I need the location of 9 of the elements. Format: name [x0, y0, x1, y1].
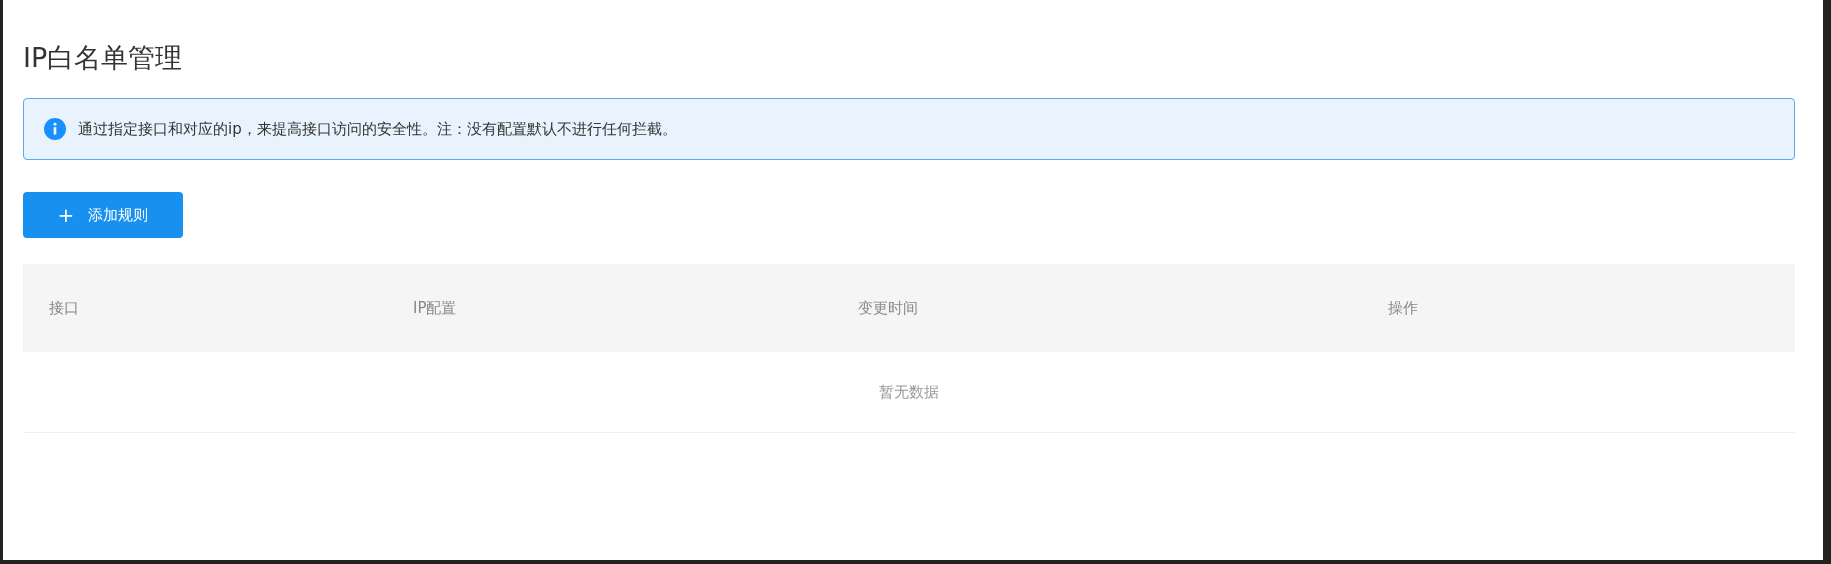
- column-header: 接口: [48, 298, 80, 318]
- column-header: 操作: [1388, 298, 1419, 318]
- info-icon: [44, 118, 66, 140]
- column-header: IP配置: [413, 298, 458, 318]
- empty-text: 暂无数据: [879, 382, 939, 402]
- add-rule-button[interactable]: + 添加规则: [23, 192, 183, 238]
- column-header: 变更时间: [858, 298, 919, 318]
- alert-text: 通过指定接口和对应的ip，来提高接口访问的安全性。注：没有配置默认不进行任何拦截。: [78, 119, 677, 139]
- page-title: IP白名单管理: [23, 41, 184, 75]
